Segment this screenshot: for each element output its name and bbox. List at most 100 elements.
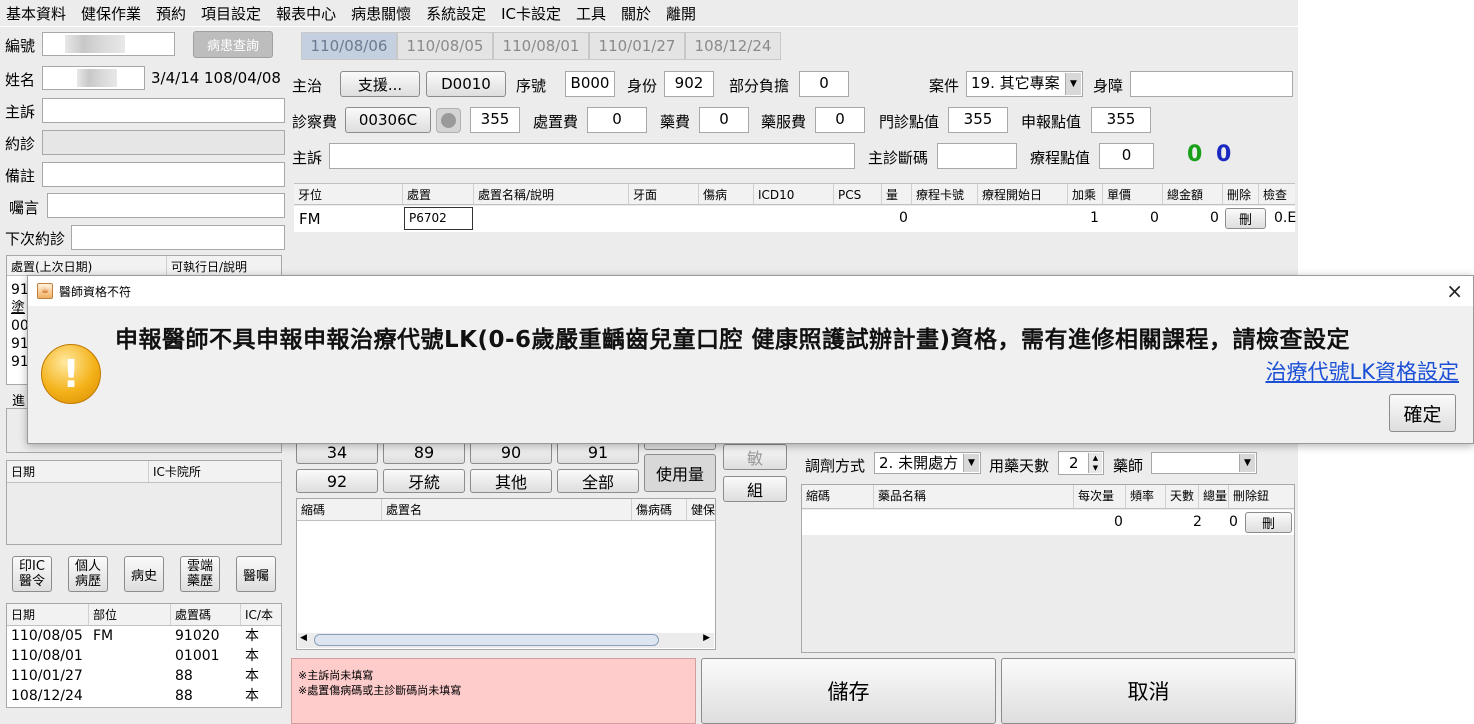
seq-field[interactable]: B000 bbox=[565, 71, 615, 97]
course-points-field[interactable]: 0 bbox=[1099, 143, 1154, 169]
claim-points-label: 申報點值 bbox=[1021, 113, 1082, 131]
menu-nhi-operations[interactable]: 健保作業 bbox=[75, 3, 150, 24]
table-row[interactable]: 110/01/27 88 本 bbox=[7, 666, 281, 686]
table-row[interactable]: FM P6702 0 1 0 0 刪 0.E bbox=[294, 206, 1296, 232]
cancel-button[interactable]: 取消 bbox=[1001, 658, 1296, 724]
menu-bar: 基本資料 健保作業 預約 項目設定 報表中心 病患關懷 系統設定 IC卡設定 工… bbox=[0, 0, 1298, 26]
group-button[interactable]: 組 bbox=[723, 476, 787, 502]
next-appointment-field[interactable] bbox=[71, 225, 285, 250]
close-icon[interactable]: × bbox=[1446, 279, 1463, 303]
col-ic-clinic: IC卡院所 bbox=[153, 465, 201, 479]
chief-complaint-field[interactable] bbox=[329, 143, 855, 169]
clinic-points-field[interactable]: 355 bbox=[948, 107, 1008, 133]
delete-row-button[interactable]: 刪 bbox=[1225, 208, 1266, 229]
dispense-method-select[interactable]: 2. 未開處方 ▼ bbox=[874, 452, 981, 474]
copay-field[interactable]: 0 bbox=[799, 71, 849, 97]
menu-appointment[interactable]: 預約 bbox=[150, 3, 195, 24]
table-row[interactable]: 110/08/01 01001 本 bbox=[7, 646, 281, 666]
delete-drug-button[interactable]: 刪 bbox=[1245, 512, 1292, 533]
menu-about[interactable]: 關於 bbox=[615, 3, 660, 24]
case-select[interactable]: 19. 其它專案 ▼ bbox=[966, 71, 1083, 97]
table-row[interactable]: 110/08/05 FM 91020 本 bbox=[7, 626, 281, 646]
id-field[interactable] bbox=[42, 32, 175, 56]
treatment-code-input[interactable]: P6702 bbox=[404, 207, 473, 230]
dispense-fee-field[interactable]: 0 bbox=[815, 107, 865, 133]
table-row[interactable]: 108/12/24 88 本 bbox=[7, 686, 281, 706]
quick-code-button[interactable]: 92 bbox=[296, 469, 378, 493]
col-check: 檢查 bbox=[1263, 188, 1288, 202]
menu-reports[interactable]: 報表中心 bbox=[270, 3, 345, 24]
medication-days-label: 用藥天數 bbox=[989, 457, 1050, 475]
scroll-right-icon[interactable]: ▶ bbox=[703, 633, 710, 643]
note-field[interactable] bbox=[42, 162, 285, 187]
col-date: 日期 bbox=[7, 461, 149, 482]
menu-basic-data[interactable]: 基本資料 bbox=[0, 3, 75, 24]
treatment-grid: 牙位 處置 處置名稱/說明 牙面 傷病 ICD10 PCS 量 療程卡號 療程開… bbox=[294, 183, 1296, 277]
cloud-medication-button[interactable]: 雲端藥歷 bbox=[180, 556, 220, 592]
appointment-field bbox=[42, 130, 285, 155]
col-frequency: 頻率 bbox=[1126, 485, 1166, 508]
menu-tools[interactable]: 工具 bbox=[570, 3, 615, 24]
col-nhi: 健保 bbox=[691, 503, 715, 517]
doctor-orders-button[interactable]: 醫囑 bbox=[236, 556, 276, 592]
scrollbar-thumb[interactable] bbox=[314, 634, 659, 646]
support-button[interactable]: 支援... bbox=[340, 71, 420, 97]
menu-ic-card-settings[interactable]: IC卡設定 bbox=[495, 3, 570, 24]
menu-system-settings[interactable]: 系統設定 bbox=[420, 3, 495, 24]
tab-visit-4[interactable]: 110/01/27 bbox=[589, 32, 685, 60]
menu-exit[interactable]: 離開 bbox=[660, 3, 705, 24]
ok-button[interactable]: 確定 bbox=[1389, 394, 1456, 432]
doctor-code-button[interactable]: D0010 bbox=[426, 71, 506, 97]
col-days: 天數 bbox=[1166, 485, 1199, 508]
treatment-fee-label: 處置費 bbox=[533, 113, 579, 131]
tab-visit-2[interactable]: 110/08/05 bbox=[397, 32, 493, 60]
personal-record-button[interactable]: 個人病歷 bbox=[68, 556, 108, 592]
instruction-field[interactable] bbox=[47, 193, 285, 218]
quick-code-button[interactable]: 其他 bbox=[470, 469, 552, 493]
lk-qualification-settings-link[interactable]: 治療代號LK資格設定 bbox=[1266, 356, 1459, 386]
name-field[interactable] bbox=[42, 66, 145, 90]
table-row[interactable]: 0 2 0 刪 bbox=[802, 510, 1294, 535]
treatment-fee-field[interactable]: 0 bbox=[587, 107, 647, 133]
horizontal-scrollbar[interactable]: ◀ ▶ bbox=[298, 633, 714, 648]
col-multiplier: 加乘 bbox=[1068, 184, 1103, 204]
doctor-qualification-dialog: ☕ 醫師資格不符 × ! 申報醫師不具申報申報治療代號LK(0-6歲嚴重齲齒兒童… bbox=[27, 275, 1474, 444]
exam-fee-code-button[interactable]: 00306C bbox=[345, 107, 431, 133]
quick-code-button[interactable]: 牙統 bbox=[383, 469, 465, 493]
chevron-down-icon[interactable]: ▼ bbox=[1239, 454, 1255, 472]
tab-visit-5[interactable]: 108/12/24 bbox=[685, 32, 781, 60]
tab-visit-3[interactable]: 110/08/01 bbox=[493, 32, 589, 60]
java-app-icon: ☕ bbox=[37, 283, 53, 299]
disability-field[interactable] bbox=[1130, 71, 1293, 97]
name-label: 姓名 bbox=[5, 71, 36, 89]
allergy-button[interactable]: 敏 bbox=[723, 444, 787, 470]
save-button[interactable]: 儲存 bbox=[701, 658, 996, 724]
medical-history-button[interactable]: 病史 bbox=[124, 556, 164, 592]
scroll-left-icon[interactable]: ◀ bbox=[300, 633, 307, 643]
quick-code-button[interactable]: 全部 bbox=[557, 469, 639, 493]
print-ic-order-button[interactable]: 印IC醫令 bbox=[12, 556, 52, 592]
main-diagnosis-field[interactable] bbox=[937, 143, 1017, 169]
patient-query-button[interactable]: 病患查詢 bbox=[193, 31, 273, 58]
chevron-down-icon[interactable]: ▼ bbox=[1065, 73, 1081, 95]
exam-fee-field[interactable]: 355 bbox=[470, 107, 520, 133]
claim-points-field[interactable]: 355 bbox=[1091, 107, 1151, 133]
chevron-down-icon[interactable]: ▼ bbox=[963, 454, 979, 472]
identity-field[interactable]: 902 bbox=[664, 71, 714, 97]
menu-patient-care[interactable]: 病患關懷 bbox=[345, 3, 420, 24]
usage-button[interactable]: 使用量 bbox=[644, 454, 716, 492]
tab-visit-1[interactable]: 110/08/06 bbox=[301, 32, 397, 60]
spinner-arrows-icon[interactable]: ▲ ▼ bbox=[1088, 453, 1102, 473]
complaint-field[interactable] bbox=[42, 98, 285, 123]
drug-fee-field[interactable]: 0 bbox=[699, 107, 749, 133]
menu-item-settings[interactable]: 項目設定 bbox=[195, 3, 270, 24]
green-counter: 0 bbox=[1187, 142, 1203, 167]
blue-counter: 0 bbox=[1216, 142, 1232, 167]
col-procedure-name: 處置名 bbox=[382, 499, 632, 520]
pharmacist-select[interactable]: ▼ bbox=[1151, 452, 1257, 474]
instruction-label: 囑言 bbox=[9, 199, 40, 217]
exam-fee-toggle[interactable] bbox=[436, 108, 461, 133]
medication-days-stepper[interactable]: 2 ▲ ▼ bbox=[1058, 451, 1104, 475]
col-position: 部位 bbox=[89, 604, 171, 625]
visit-date: 108/04/08 bbox=[204, 69, 281, 87]
